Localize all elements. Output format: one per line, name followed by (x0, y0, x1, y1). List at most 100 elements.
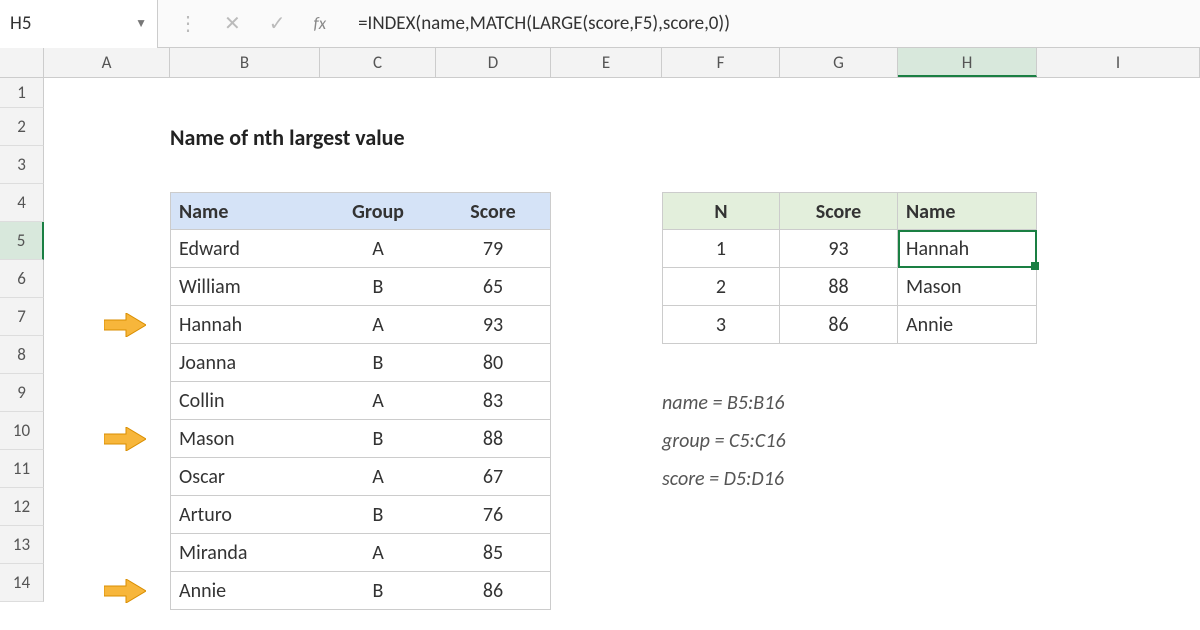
cell-n[interactable]: 1 (662, 230, 780, 268)
cell-name[interactable]: Joanna (170, 344, 320, 382)
cancel-icon[interactable]: ✕ (224, 11, 241, 36)
cell-group[interactable]: A (320, 458, 436, 496)
table-row[interactable]: MasonB88 (170, 420, 551, 458)
cell-score[interactable]: 79 (436, 230, 551, 268)
col-header-score[interactable]: Score (436, 192, 551, 230)
cell-score[interactable]: 88 (436, 420, 551, 458)
cell-name[interactable]: Annie (898, 306, 1037, 344)
row-header-12[interactable]: 12 (0, 488, 44, 526)
cell-score[interactable]: 86 (780, 306, 898, 344)
spreadsheet-grid[interactable]: ABCDEFGHI 1234567891011121314 Name of nt… (0, 48, 1200, 630)
arrow-right-icon (104, 313, 146, 337)
col-header-name[interactable]: Name (170, 192, 320, 230)
col-header-n[interactable]: N (662, 192, 780, 230)
column-header-F[interactable]: F (662, 48, 780, 77)
column-headers[interactable]: ABCDEFGHI (0, 48, 1200, 78)
cell-group[interactable]: B (320, 572, 436, 610)
row-header-8[interactable]: 8 (0, 336, 44, 374)
table-row[interactable]: HannahA93 (170, 306, 551, 344)
column-header-A[interactable]: A (44, 48, 170, 77)
row-header-7[interactable]: 7 (0, 298, 44, 336)
column-header-E[interactable]: E (551, 48, 662, 77)
table-row[interactable]: 386Annie (662, 306, 1037, 344)
named-range-notes: name = B5:B16group = C5:C16score = D5:D1… (662, 384, 786, 498)
cell-group[interactable]: B (320, 344, 436, 382)
table-row[interactable]: MirandaA85 (170, 534, 551, 572)
row-header-6[interactable]: 6 (0, 260, 44, 298)
cell-name[interactable]: Oscar (170, 458, 320, 496)
cell-name[interactable]: Hannah (170, 306, 320, 344)
cell-group[interactable]: A (320, 306, 436, 344)
column-header-C[interactable]: C (320, 48, 436, 77)
fx-icon[interactable]: fx (314, 13, 327, 34)
cell-name[interactable]: Annie (170, 572, 320, 610)
table-row[interactable]: WilliamB65 (170, 268, 551, 306)
col-header-name[interactable]: Name (898, 192, 1037, 230)
table-row[interactable]: JoannaB80 (170, 344, 551, 382)
table-row[interactable]: OscarA67 (170, 458, 551, 496)
column-header-B[interactable]: B (170, 48, 320, 77)
row-header-4[interactable]: 4 (0, 184, 44, 222)
cell-score[interactable]: 65 (436, 268, 551, 306)
formula-input[interactable]: =INDEX(name,MATCH(LARGE(score,F5),score,… (346, 12, 1200, 35)
cell-group[interactable]: A (320, 382, 436, 420)
cell-score[interactable]: 93 (436, 306, 551, 344)
page-title: Name of nth largest value (170, 124, 405, 151)
name-box[interactable]: H5 ▼ (0, 0, 158, 48)
column-header-D[interactable]: D (436, 48, 551, 77)
column-header-I[interactable]: I (1037, 48, 1200, 77)
cell-score[interactable]: 88 (780, 268, 898, 306)
cell-score[interactable]: 76 (436, 496, 551, 534)
formula-bar-buttons: ⋮ ✕ ✓ fx (158, 11, 346, 36)
cell-name[interactable]: William (170, 268, 320, 306)
cell-name[interactable]: Collin (170, 382, 320, 420)
note-line: score = D5:D16 (662, 460, 786, 498)
row-header-11[interactable]: 11 (0, 450, 44, 488)
cell-score[interactable]: 85 (436, 534, 551, 572)
row-header-3[interactable]: 3 (0, 146, 44, 184)
row-header-2[interactable]: 2 (0, 108, 44, 146)
cell-score[interactable]: 67 (436, 458, 551, 496)
row-headers[interactable]: 1234567891011121314 (0, 78, 44, 602)
cell-score[interactable]: 93 (780, 230, 898, 268)
column-header-G[interactable]: G (780, 48, 898, 77)
row-header-14[interactable]: 14 (0, 564, 44, 602)
cell-name[interactable]: Edward (170, 230, 320, 268)
cell-group[interactable]: A (320, 534, 436, 572)
cell-name[interactable]: Mason (170, 420, 320, 458)
cell-group[interactable]: B (320, 496, 436, 534)
row-header-1[interactable]: 1 (0, 78, 44, 108)
table-row[interactable]: ArturoB76 (170, 496, 551, 534)
table-row[interactable]: AnnieB86 (170, 572, 551, 610)
row-header-9[interactable]: 9 (0, 374, 44, 412)
cell-score[interactable]: 83 (436, 382, 551, 420)
cell-score[interactable]: 80 (436, 344, 551, 382)
cell-group[interactable]: A (320, 230, 436, 268)
row-header-13[interactable]: 13 (0, 526, 44, 564)
source-table: Name Group Score EdwardA79WilliamB65Hann… (170, 192, 551, 610)
note-line: name = B5:B16 (662, 384, 786, 422)
chevron-down-icon[interactable]: ▼ (135, 16, 147, 31)
table-row[interactable]: EdwardA79 (170, 230, 551, 268)
cell-n[interactable]: 2 (662, 268, 780, 306)
sheet-area[interactable]: Name of nth largest value Name Group Sco… (44, 78, 1200, 630)
accept-icon[interactable]: ✓ (269, 11, 286, 36)
arrow-right-icon (104, 427, 146, 451)
table-row[interactable]: 288Mason (662, 268, 1037, 306)
cell-score[interactable]: 86 (436, 572, 551, 610)
row-header-10[interactable]: 10 (0, 412, 44, 450)
cell-name[interactable]: Hannah (898, 230, 1037, 268)
cell-n[interactable]: 3 (662, 306, 780, 344)
table-row[interactable]: 193Hannah (662, 230, 1037, 268)
col-header-score[interactable]: Score (780, 192, 898, 230)
cell-name[interactable]: Arturo (170, 496, 320, 534)
formula-bar: H5 ▼ ⋮ ✕ ✓ fx =INDEX(name,MATCH(LARGE(sc… (0, 0, 1200, 48)
row-header-5[interactable]: 5 (0, 222, 44, 260)
col-header-group[interactable]: Group (320, 192, 436, 230)
cell-group[interactable]: B (320, 268, 436, 306)
cell-group[interactable]: B (320, 420, 436, 458)
column-header-H[interactable]: H (898, 48, 1037, 77)
table-row[interactable]: CollinA83 (170, 382, 551, 420)
cell-name[interactable]: Miranda (170, 534, 320, 572)
cell-name[interactable]: Mason (898, 268, 1037, 306)
